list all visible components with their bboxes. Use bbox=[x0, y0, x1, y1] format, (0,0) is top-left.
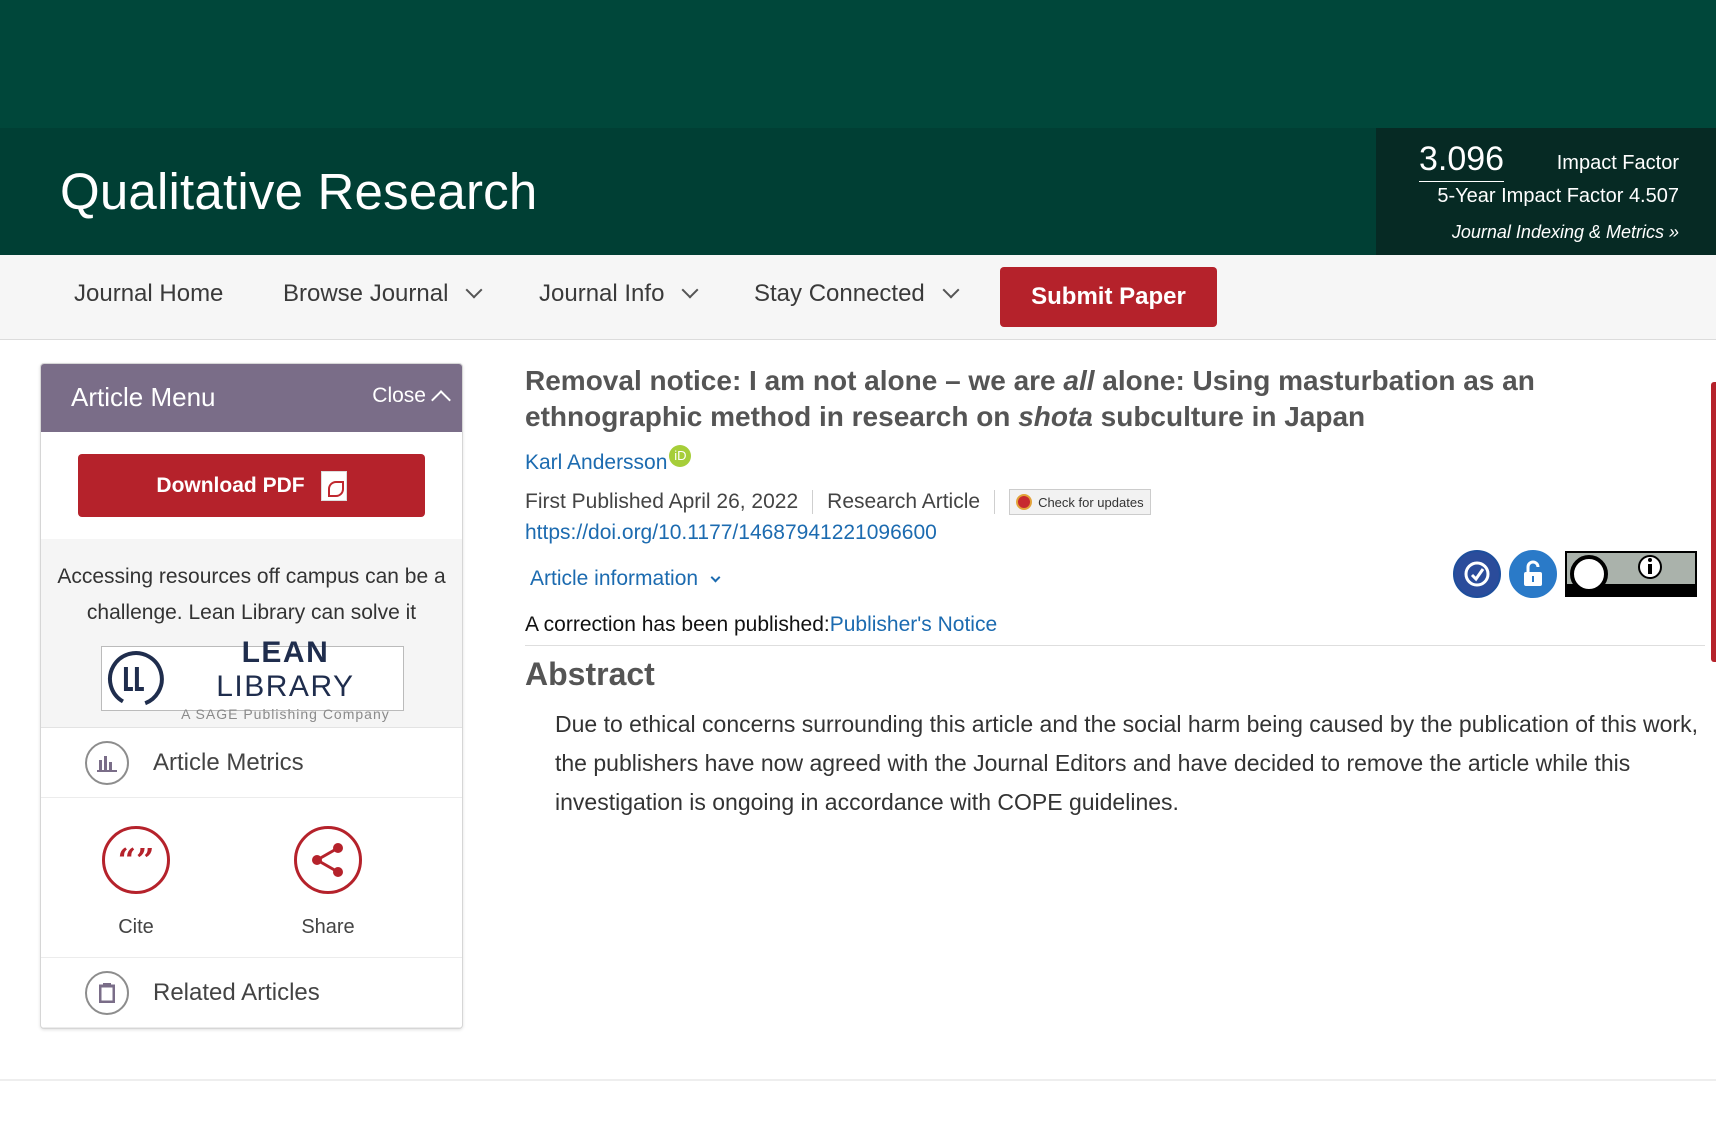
cite-share-actions: “” Cite Share bbox=[41, 798, 462, 958]
close-label: Close bbox=[372, 384, 426, 407]
journal-indexing-link[interactable]: Journal Indexing & Metrics » bbox=[1452, 222, 1679, 243]
title-part-3: subculture in Japan bbox=[1092, 401, 1366, 432]
cite-label: Cite bbox=[118, 916, 154, 938]
chevron-down-icon bbox=[710, 572, 721, 582]
feedback-tab[interactable] bbox=[1711, 382, 1716, 662]
article-menu-close-button[interactable]: Close bbox=[372, 384, 451, 410]
crossmark-icon bbox=[1016, 494, 1033, 510]
lean-logo-second: LIBRARY bbox=[216, 669, 355, 703]
abstract-text: Due to ethical concerns surrounding this… bbox=[555, 711, 1698, 815]
title-emphasis-1: all bbox=[1063, 365, 1095, 396]
nav-stay-connected[interactable]: Stay Connected bbox=[754, 280, 960, 308]
article-type: Research Article bbox=[827, 490, 981, 513]
article-title: Removal notice: I am not alone – we are … bbox=[525, 363, 1705, 435]
impact-factor-value: 3.096 bbox=[1419, 140, 1505, 182]
article-menu-header: Article Menu Close bbox=[41, 364, 462, 432]
nav-browse-journal[interactable]: Browse Journal bbox=[283, 280, 483, 308]
download-pdf-label: Download PDF bbox=[156, 473, 305, 497]
open-access-lock-icon[interactable] bbox=[1509, 550, 1557, 598]
pdf-file-icon bbox=[320, 470, 347, 501]
header-top-band bbox=[0, 0, 1716, 128]
author-link[interactable]: Karl Andersson bbox=[525, 451, 667, 475]
creative-commons-by-icon[interactable] bbox=[1565, 551, 1697, 597]
nav-stay-connected-label: Stay Connected bbox=[754, 280, 925, 307]
chevron-up-icon bbox=[431, 390, 451, 410]
document-icon bbox=[85, 970, 129, 1015]
bar-chart-icon bbox=[85, 740, 129, 785]
lean-library-logo[interactable]: LEAN LIBRARY A SAGE Publishing Company bbox=[101, 636, 404, 722]
impact-factor-label: Impact Factor bbox=[1556, 152, 1679, 174]
article-meta: First Published April 26, 2022 Research … bbox=[525, 489, 1705, 515]
correction-notice: A correction has been published:Publishe… bbox=[525, 613, 1705, 646]
journal-metrics-box: 3.096 Impact Factor 5-Year Impact Factor… bbox=[1376, 128, 1716, 255]
correction-prefix: A correction has been published: bbox=[525, 613, 830, 636]
lean-library-wordmark: LEAN LIBRARY A SAGE Publishing Company bbox=[168, 636, 403, 722]
chevron-down-icon bbox=[942, 281, 960, 299]
article-metrics-item[interactable]: Article Metrics bbox=[41, 728, 462, 798]
footer-divider bbox=[0, 1079, 1716, 1081]
quote-icon: “” bbox=[102, 826, 170, 894]
lean-logo-sub: A SAGE Publishing Company bbox=[181, 705, 390, 722]
check-for-updates-label: Check for updates bbox=[1038, 494, 1144, 510]
main-nav: Journal Home Browse Journal Journal Info… bbox=[0, 255, 1716, 340]
nav-journal-info[interactable]: Journal Info bbox=[539, 280, 699, 308]
share-button[interactable]: Share bbox=[273, 826, 383, 939]
article-metrics-label: Article Metrics bbox=[153, 748, 304, 776]
lean-library-text: Accessing resources off campus can be a … bbox=[57, 565, 446, 624]
download-pdf-area: Download PDF bbox=[41, 432, 462, 539]
first-published: First Published April 26, 2022 bbox=[525, 490, 799, 513]
nav-journal-home-label: Journal Home bbox=[74, 280, 224, 307]
cite-button[interactable]: “” Cite bbox=[81, 826, 191, 939]
submit-paper-button[interactable]: Submit Paper bbox=[1000, 267, 1217, 327]
share-icon bbox=[294, 826, 362, 894]
related-articles-item[interactable]: Related Articles bbox=[41, 958, 462, 1028]
abstract-heading: Abstract bbox=[525, 656, 655, 692]
sage-choice-icon[interactable] bbox=[1453, 550, 1501, 598]
access-badges bbox=[1453, 550, 1697, 598]
publishers-notice-link[interactable]: Publisher's Notice bbox=[830, 613, 997, 636]
author-line: Karl Andersson iD bbox=[525, 445, 1705, 475]
five-year-impact-factor: 5-Year Impact Factor 4.507 bbox=[1437, 185, 1679, 207]
title-emphasis-2: shota bbox=[1018, 401, 1093, 432]
title-part-1: Removal notice: I am not alone – we are bbox=[525, 365, 1064, 396]
journal-title[interactable]: Qualitative Research bbox=[60, 162, 537, 221]
lean-logo-main: LEAN bbox=[241, 635, 330, 669]
orcid-icon[interactable]: iD bbox=[669, 445, 692, 467]
lean-library-mark-icon bbox=[107, 650, 164, 707]
download-pdf-button[interactable]: Download PDF bbox=[78, 454, 425, 517]
share-label: Share bbox=[301, 916, 355, 938]
meta-divider bbox=[994, 490, 996, 514]
article-main: Removal notice: I am not alone – we are … bbox=[525, 363, 1705, 822]
meta-divider bbox=[812, 490, 814, 514]
chevron-down-icon bbox=[465, 281, 483, 299]
doi-link[interactable]: https://doi.org/10.1177/1468794122109660… bbox=[525, 521, 1705, 545]
lean-library-promo: Accessing resources off campus can be a … bbox=[41, 539, 462, 728]
article-menu-title: Article Menu bbox=[71, 382, 216, 412]
nav-journal-info-label: Journal Info bbox=[539, 280, 665, 307]
nav-journal-home[interactable]: Journal Home bbox=[74, 280, 223, 308]
article-information-label: Article information bbox=[530, 567, 699, 590]
check-for-updates-button[interactable]: Check for updates bbox=[1009, 489, 1151, 515]
article-menu: Article Menu Close Download PDF Accessin… bbox=[40, 363, 463, 1029]
related-articles-label: Related Articles bbox=[153, 978, 320, 1006]
nav-browse-journal-label: Browse Journal bbox=[283, 280, 449, 307]
chevron-down-icon bbox=[681, 281, 699, 299]
